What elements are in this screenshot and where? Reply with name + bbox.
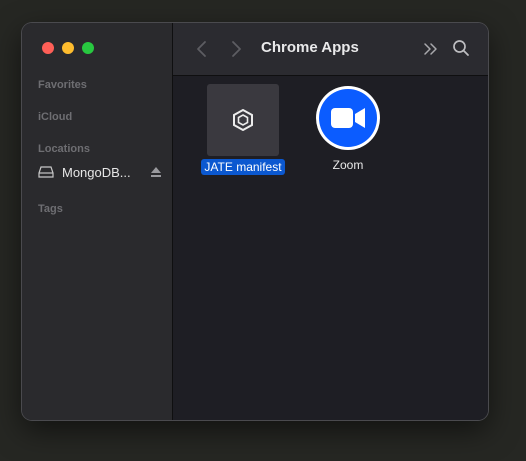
chevron-right-icon[interactable] — [228, 40, 244, 58]
chevron-left-icon[interactable] — [194, 40, 210, 58]
sidebar-heading-favorites[interactable]: Favorites — [38, 79, 87, 91]
eject-icon[interactable] — [150, 166, 162, 178]
sidebar-item-label: MongoDB... — [62, 164, 131, 180]
jate-app-icon — [207, 84, 279, 156]
close-window-button[interactable] — [42, 42, 54, 54]
window-title: Chrome Apps — [261, 39, 359, 56]
sidebar-heading-icloud[interactable]: iCloud — [38, 111, 72, 123]
sidebar: Favorites iCloud Locations MongoDB... Ta… — [22, 23, 173, 420]
zoom-app-icon — [319, 89, 377, 147]
minimize-window-button[interactable] — [62, 42, 74, 54]
drive-icon — [38, 166, 54, 178]
file-name-label: JATE manifest — [201, 159, 285, 175]
zoom-window-button[interactable] — [82, 42, 94, 54]
sidebar-item-mongodb[interactable]: MongoDB... — [38, 161, 162, 183]
file-browser-content: JATE manifest Zoom — [173, 76, 488, 420]
window-controls — [42, 42, 94, 54]
search-icon[interactable] — [452, 39, 470, 57]
sidebar-heading-locations[interactable]: Locations — [38, 143, 90, 155]
file-name-label: Zoom — [332, 158, 364, 172]
double-chevron-right-icon[interactable] — [423, 41, 439, 57]
toolbar: Chrome Apps — [173, 23, 488, 76]
file-item-jate-manifest[interactable]: JATE manifest — [198, 84, 288, 175]
finder-window: Favorites iCloud Locations MongoDB... Ta… — [22, 23, 488, 420]
file-item-zoom[interactable]: Zoom — [303, 89, 393, 173]
sidebar-heading-tags[interactable]: Tags — [38, 203, 63, 215]
